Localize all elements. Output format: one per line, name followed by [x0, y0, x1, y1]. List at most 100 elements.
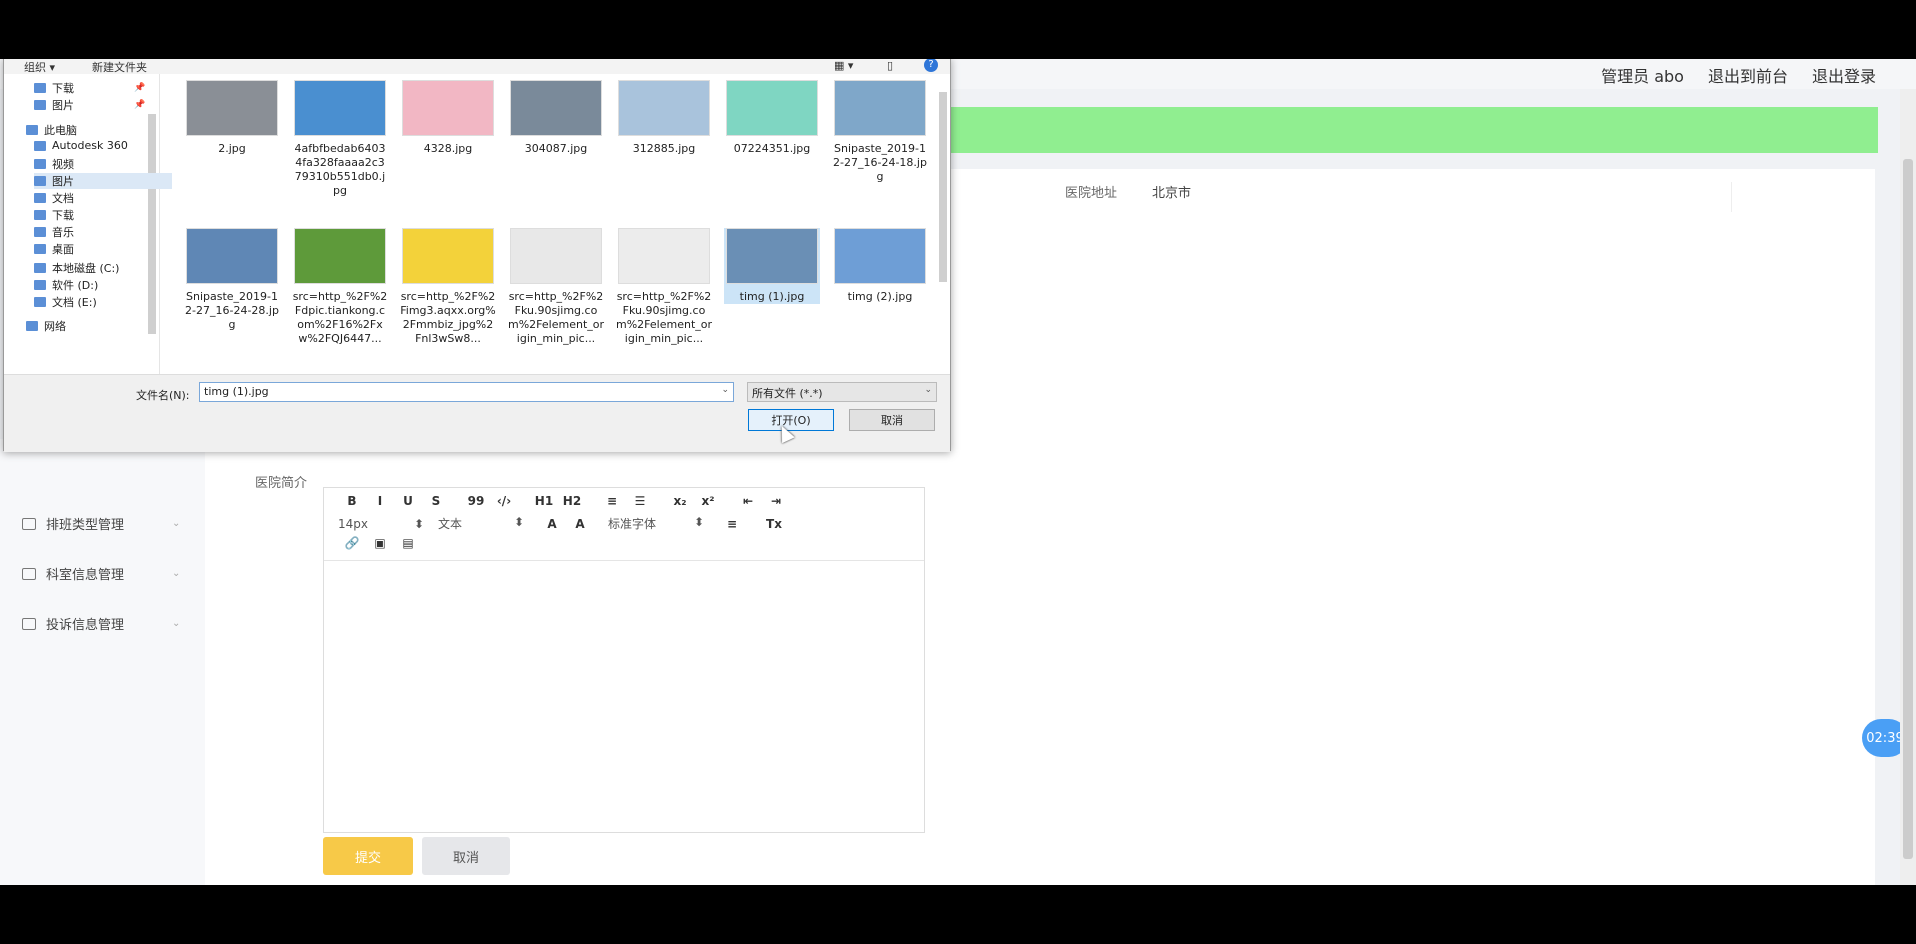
nav-item[interactable]: 下载 📌 [34, 80, 145, 96]
file-item[interactable]: Snipaste_2019-12-27_16-24-28.jpg [184, 228, 280, 332]
sidebar-item-schedule-types[interactable]: 排班类型管理 ⌄ [22, 514, 180, 533]
file-name: 2.jpg [218, 142, 246, 155]
font-family-select[interactable]: 标准字体 ⬍ [608, 515, 704, 532]
open-button[interactable]: 打开(O) [748, 409, 834, 431]
strikethrough-icon[interactable]: S [422, 494, 450, 508]
file-type-select[interactable]: 所有文件 (*.*) ⌄ [747, 382, 937, 402]
file-name: 304087.jpg [524, 142, 588, 155]
file-thumbnail [618, 80, 710, 136]
file-name: 07224351.jpg [733, 142, 811, 155]
nav-item[interactable]: 桌面 [34, 241, 74, 257]
file-name: src=http_%2F%2Fdpic.tiankong.com%2F16%2F… [292, 290, 388, 345]
file-item[interactable]: 312885.jpg [616, 80, 712, 156]
nav-item[interactable]: 音乐 [34, 224, 74, 240]
subscript-icon[interactable]: x₂ [666, 494, 694, 508]
dialog-cancel-button[interactable]: 取消 [849, 409, 935, 431]
nav-item-label: 桌面 [52, 243, 74, 256]
block-type-select[interactable]: 文本 ⬍ [438, 515, 524, 532]
bullet-list-icon[interactable]: ☰ [626, 494, 654, 508]
link-icon[interactable]: 🔗 [338, 536, 366, 550]
file-item[interactable]: 4328.jpg [400, 80, 496, 156]
file-list: 2.jpg 4afbfbedab64034fa328faaaa2c379310b5… [174, 74, 944, 374]
video-icon[interactable]: ▤ [394, 536, 422, 550]
rich-text-editor[interactable]: B I U S 99 ‹/› H1 H2 ≡ ☰ x₂ x² ⇤ ⇥ 14px ⬍ 文本 ⬍ A A 标准… [323, 487, 925, 833]
clear-format-icon[interactable]: Tx [760, 517, 788, 531]
scrollbar-thumb[interactable] [939, 92, 947, 282]
file-name: timg (1).jpg [739, 290, 805, 303]
file-name: src=http_%2F%2Fku.90sjimg.com%2Felement_… [616, 290, 713, 345]
nav-item[interactable]: 此电脑 [26, 122, 77, 138]
file-item[interactable]: Snipaste_2019-12-27_16-24-18.jpg [832, 80, 928, 184]
page-scrollbar[interactable] [1900, 89, 1916, 885]
file-item[interactable]: 2.jpg [184, 80, 280, 156]
help-icon[interactable]: ? [924, 59, 938, 72]
exit-to-frontend-link[interactable]: 退出到前台 [1708, 63, 1788, 87]
heading2-icon[interactable]: H2 [558, 494, 586, 508]
nav-item-label: 视频 [52, 158, 74, 171]
nav-item-label: 图片 [52, 99, 74, 112]
new-folder-button[interactable]: 新建文件夹 [92, 59, 147, 75]
file-item[interactable]: 4afbfbedab64034fa328faaaa2c379310b551db0… [292, 80, 388, 198]
file-name: 4afbfbedab64034fa328faaaa2c379310b551db0… [294, 142, 386, 197]
browser-viewport: 管理员 abo 退出到前台 退出登录 医院地址 北京市 排班类型管理 ⌄ 科室信… [0, 59, 1916, 885]
dialog-command-bar: 组织 ▾ 新建文件夹 ▦ ▾ ▯ ? [4, 59, 950, 74]
nav-item[interactable]: 网络 [26, 318, 66, 334]
ordered-list-icon[interactable]: ≡ [598, 494, 626, 508]
nav-item[interactable]: 文档 (E:) [34, 294, 97, 310]
code-icon[interactable]: ‹/› [490, 494, 518, 508]
view-options-icon[interactable]: ▦ ▾ [834, 59, 853, 72]
file-item[interactable]: timg (1).jpg [724, 228, 820, 304]
pin-icon: 📌 [134, 83, 146, 93]
scrollbar-thumb[interactable] [148, 114, 156, 334]
nav-item[interactable]: 下载 [34, 207, 74, 223]
file-item[interactable]: 07224351.jpg [724, 80, 820, 156]
nav-item[interactable]: Autodesk 360 [34, 139, 128, 152]
save-button[interactable]: 提交 [323, 837, 413, 875]
file-item[interactable]: src=http_%2F%2Fimg3.aqxx.org%2Fmmbiz_jpg… [400, 228, 496, 346]
editor-toolbar-row-3: 🔗 ▣ ▤ [338, 536, 422, 550]
file-item[interactable]: timg (2).jpg [832, 228, 928, 304]
bold-icon[interactable]: B [338, 494, 366, 508]
align-icon[interactable]: ≡ [718, 517, 746, 531]
preview-pane-icon[interactable]: ▯ [887, 59, 893, 72]
logout-link[interactable]: 退出登录 [1812, 63, 1876, 87]
indent-icon[interactable]: ⇥ [762, 494, 790, 508]
superscript-icon[interactable]: x² [694, 494, 722, 508]
nav-item[interactable]: 软件 (D:) [34, 277, 98, 293]
nav-item[interactable]: 文档 [34, 190, 74, 206]
background-color-icon[interactable]: A [566, 517, 594, 531]
font-size-select[interactable]: 14px ⬍ [338, 517, 424, 531]
italic-icon[interactable]: I [366, 494, 394, 508]
file-list-scrollbar[interactable] [936, 74, 950, 374]
nav-item[interactable]: 本地磁盘 (C:) [34, 260, 119, 276]
underline-icon[interactable]: U [394, 494, 422, 508]
scrollbar-thumb[interactable] [1903, 159, 1913, 859]
font-color-icon[interactable]: A [538, 517, 566, 531]
nav-item[interactable]: 图片 📌 [34, 97, 145, 113]
nav-item-label: 文档 (E:) [52, 296, 97, 309]
outdent-icon[interactable]: ⇤ [734, 494, 762, 508]
chevron-down-icon[interactable]: ⌄ [721, 385, 729, 395]
quote-icon[interactable]: 99 [462, 494, 490, 508]
file-item[interactable]: src=http_%2F%2Fku.90sjimg.com%2Felement_… [508, 228, 604, 346]
nav-item-label: 网络 [44, 320, 66, 333]
folder-icon [34, 83, 46, 93]
organize-button[interactable]: 组织 ▾ [24, 59, 55, 75]
nav-item[interactable]: 图片 [34, 173, 172, 189]
file-item[interactable]: src=http_%2F%2Fdpic.tiankong.com%2F16%2F… [292, 228, 388, 346]
filename-input[interactable]: timg (1).jpg ⌄ [199, 382, 734, 402]
sidebar-item-departments[interactable]: 科室信息管理 ⌄ [22, 564, 180, 583]
nav-item[interactable]: 视频 [34, 156, 74, 172]
heading1-icon[interactable]: H1 [530, 494, 558, 508]
chevron-down-icon[interactable]: ⌄ [924, 385, 932, 395]
file-item[interactable]: src=http_%2F%2Fku.90sjimg.com%2Felement_… [616, 228, 712, 346]
address-field[interactable]: 北京市 [1142, 182, 1732, 212]
sidebar-item-complaints[interactable]: 投诉信息管理 ⌄ [22, 614, 180, 633]
file-item[interactable]: 304087.jpg [508, 80, 604, 156]
nav-scrollbar[interactable] [146, 94, 158, 374]
cancel-button[interactable]: 取消 [422, 837, 510, 875]
file-thumbnail [294, 80, 386, 136]
image-icon[interactable]: ▣ [366, 536, 394, 550]
file-thumbnail [726, 80, 818, 136]
folder-icon [34, 280, 46, 290]
